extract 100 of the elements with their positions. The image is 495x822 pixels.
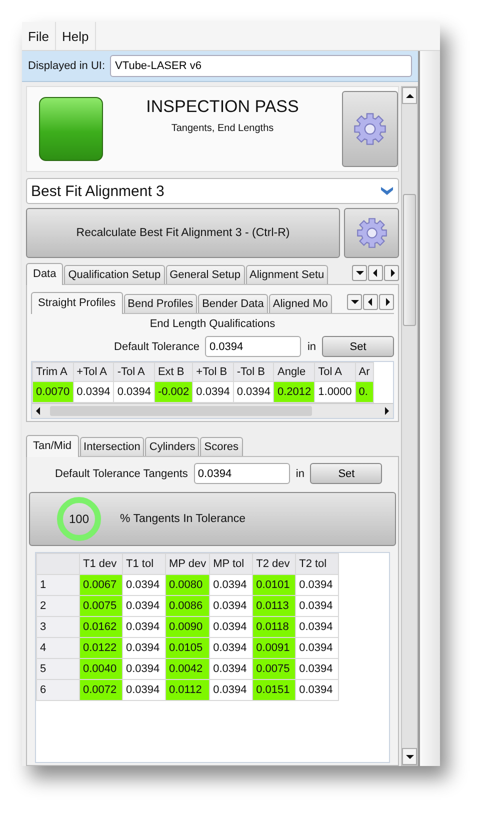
gear-icon (356, 217, 388, 249)
column-header: T2 dev (252, 554, 296, 574)
table-cell: 0.0394 (122, 574, 166, 596)
field-label: Displayed in UI: (28, 60, 106, 72)
scroll-thumb[interactable] (403, 194, 416, 326)
menu-item[interactable]: File (22, 22, 56, 50)
column-header: MP tol (210, 554, 253, 574)
column-header: Ar (355, 362, 374, 382)
alignment-dropdown[interactable]: Best Fit Alignment 3 (26, 178, 399, 204)
tab[interactable]: Bend Profiles (124, 294, 198, 313)
table-cell: 0.0072 (80, 680, 122, 700)
settings-button[interactable] (344, 208, 399, 258)
table-cell: 0.0394 (296, 616, 339, 638)
column-header: Angle (274, 362, 315, 382)
table-cell: 0.0394 (296, 596, 339, 616)
column-header: Ext B (154, 362, 193, 382)
table-cell: 0.0090 (166, 616, 210, 638)
table-cell: 0.0394 (210, 658, 253, 680)
table-cell: 0.0394 (210, 616, 253, 638)
row-header: 4 (36, 638, 80, 658)
status-title: INSPECTION PASS (146, 97, 299, 117)
table-cell: -0.002 (154, 382, 193, 402)
display-name-field[interactable]: VTube-LASER v6 (110, 55, 412, 77)
row-header: 5 (36, 658, 80, 680)
tab-list-button[interactable] (347, 294, 362, 310)
scroll-left-button[interactable] (363, 294, 378, 310)
percent-value: 100 (68, 512, 90, 526)
row-header: 6 (36, 680, 80, 700)
table-cell: 0.0070 (32, 382, 74, 402)
table-cell: 0.0112 (166, 680, 210, 700)
table-cell: 0.0075 (80, 596, 122, 616)
column-header: T1 tol (122, 554, 166, 574)
tab[interactable]: Aligned Mo (268, 294, 332, 313)
menu-item[interactable]: Help (56, 22, 96, 50)
table-cell: 0.0086 (166, 596, 210, 616)
recalculate-button[interactable]: Recalculate Best Fit Alignment 3 - (Ctrl-R) (26, 208, 340, 258)
scroll-left-button[interactable] (368, 265, 383, 281)
table-cell: 0.0067 (80, 574, 122, 596)
table-cell: 0.0105 (166, 638, 210, 658)
table-cell: 0.0394 (122, 638, 166, 658)
table-cell: 0.0151 (252, 680, 296, 700)
table-cell: 0.0394 (296, 680, 339, 700)
summary-label: % Tangents In Tolerance (120, 513, 246, 525)
unit-label: in (307, 340, 316, 352)
tab[interactable]: Qualification Setup (64, 265, 165, 284)
status-subtitle: Tangents, End Lengths (171, 123, 274, 134)
tab[interactable]: Alignment Setu (246, 265, 328, 284)
column-header: Tol A (314, 362, 356, 382)
table-cell: 0.0394 (296, 574, 339, 596)
table-cell: 0.0101 (252, 574, 296, 596)
row-header: 3 (36, 616, 80, 638)
dropdown-arrow-icon (380, 186, 394, 196)
table-cell: 0.0394 (210, 596, 253, 616)
table-cell: 0.0042 (166, 658, 210, 680)
table-cell: 1.0000 (314, 382, 356, 402)
row-header: 2 (36, 596, 80, 616)
table-cell: 0.0394 (192, 382, 234, 402)
table-cell: 0.0394 (122, 680, 166, 700)
tab[interactable]: Data (26, 263, 64, 285)
down-arrow-icon (350, 297, 360, 307)
table-cell: 0.0394 (122, 596, 166, 616)
tab[interactable]: Cylinders (145, 437, 200, 456)
tolerance-field[interactable]: 0.0394 (194, 463, 290, 484)
tab[interactable]: Bender Data (198, 294, 268, 313)
set-button[interactable]: Set (322, 336, 394, 357)
tab[interactable]: Scores (200, 437, 243, 456)
column-header: +Tol B (192, 362, 234, 382)
table-cell: 0.0394 (296, 658, 339, 680)
set-button[interactable]: Set (310, 463, 382, 484)
settings-button[interactable] (342, 91, 398, 167)
table-cell: 0.0075 (252, 658, 296, 680)
table-cell: 0.0394 (233, 382, 274, 402)
section-title: End Length Qualifications (150, 318, 276, 330)
unit-label: in (296, 468, 304, 480)
scroll-thumb[interactable] (50, 406, 312, 416)
table-cell: 0.0162 (80, 616, 122, 638)
tab-list-button[interactable] (352, 265, 367, 281)
vertical-scrollbar[interactable] (401, 86, 418, 766)
tolerance-field[interactable]: 0.0394 (205, 336, 302, 357)
table-cell: 0.0394 (122, 658, 166, 680)
column-header: T1 dev (80, 554, 122, 574)
table-cell: 0.0394 (122, 616, 166, 638)
column-header: -Tol B (233, 362, 274, 382)
field-label: Default Tolerance (114, 340, 200, 352)
row-header: 1 (36, 574, 80, 596)
tab[interactable]: Tan/Mid (26, 435, 79, 457)
table-cell: 0.0394 (114, 382, 154, 402)
table-cell: 0.0122 (80, 638, 122, 658)
horizontal-scrollbar[interactable] (32, 403, 393, 418)
scroll-right-button[interactable] (384, 265, 399, 281)
tab[interactable]: General Setup (166, 265, 245, 284)
table-cell: 0.0113 (252, 596, 296, 616)
table-cell: 0.0394 (73, 382, 114, 402)
table-cell: 0.0394 (210, 680, 253, 700)
tab[interactable]: Straight Profiles (31, 292, 123, 314)
column-header: T2 tol (296, 554, 339, 574)
column-header: Trim A (32, 362, 74, 382)
table-cell: 0.2012 (274, 382, 315, 402)
tab[interactable]: Intersection (80, 437, 144, 456)
scroll-right-button[interactable] (379, 294, 394, 310)
